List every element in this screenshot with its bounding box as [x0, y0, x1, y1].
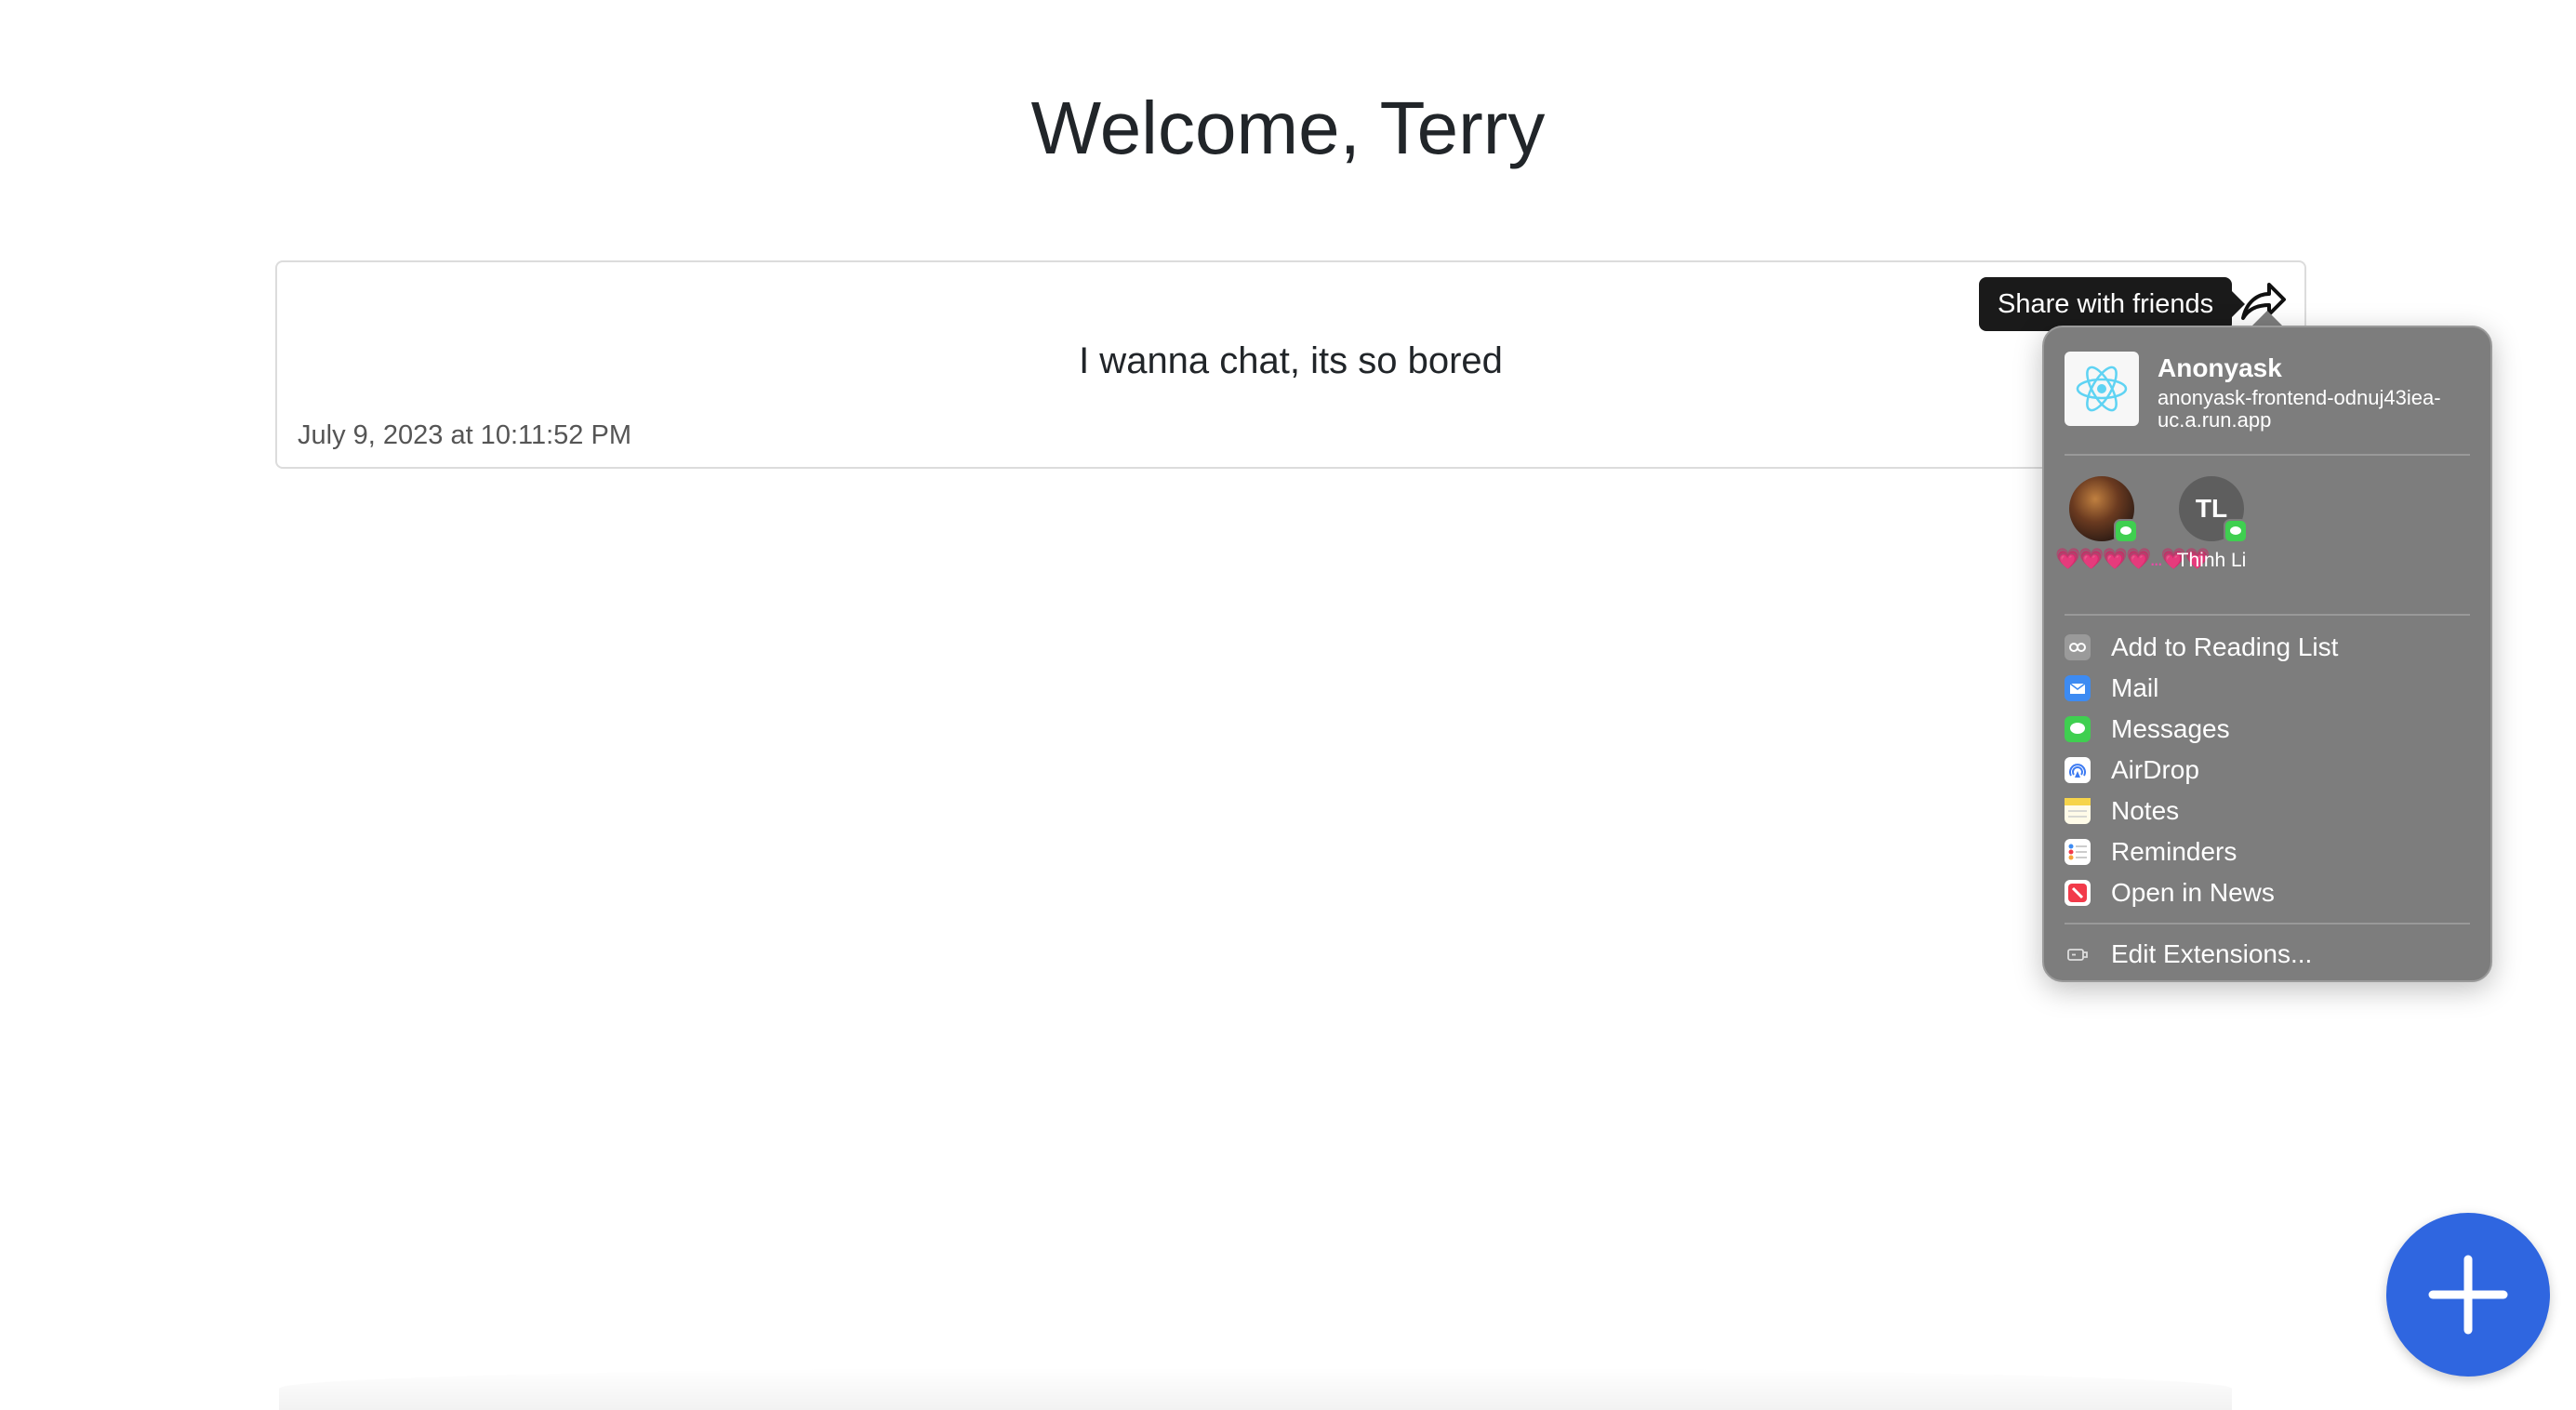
- post-message: I wanna chat, its so bored: [1079, 340, 1503, 381]
- contact-name: 💗💗💗💗...💗💗: [2055, 547, 2211, 570]
- page: Welcome, Terry I wanna chat, its so bore…: [0, 0, 2576, 1410]
- menu-item-label: Add to Reading List: [2111, 632, 2339, 661]
- menu-divider: [2065, 923, 2470, 924]
- contact-item[interactable]: 💗💗💗💗...💗💗: [2055, 476, 2211, 570]
- menu-item-label: Edit Extensions...: [2111, 939, 2313, 968]
- share-tooltip: Share with friends: [1979, 277, 2246, 331]
- share-app-header: Anonyask anonyask-frontend-odnuj43iea-uc…: [2065, 352, 2474, 435]
- avatar: [2069, 476, 2138, 543]
- reminders-icon: [2065, 839, 2091, 865]
- menu-item-edit-extensions[interactable]: Edit Extensions...: [2065, 934, 2474, 975]
- notes-icon: [2065, 798, 2091, 824]
- menu-item-airdrop[interactable]: AirDrop: [2065, 750, 2474, 791]
- news-icon: [2065, 880, 2091, 906]
- post-timestamp: July 9, 2023 at 10:11:52 PM: [298, 420, 631, 450]
- react-logo-icon: [2065, 352, 2139, 426]
- share-app-url: anonyask-frontend-odnuj43iea-uc.a.run.ap…: [2158, 386, 2441, 432]
- mail-icon: [2065, 675, 2091, 701]
- avatar: TL: [2179, 476, 2248, 543]
- menu-divider: [2065, 454, 2470, 456]
- share-app-name: Anonyask: [2158, 353, 2282, 382]
- airdrop-icon: [2065, 757, 2091, 783]
- contact-item[interactable]: TL Thinh Li: [2165, 476, 2258, 573]
- menu-item-label: Reminders: [2111, 837, 2237, 866]
- reading-list-icon: [2065, 634, 2091, 660]
- page-title: Welcome, Terry: [1030, 86, 1546, 169]
- messages-icon: [2065, 716, 2091, 742]
- menu-item-label: Mail: [2111, 673, 2159, 702]
- menu-item-notes[interactable]: Notes: [2065, 791, 2474, 831]
- contact-name: Thinh Li: [2176, 550, 2247, 571]
- menu-item-label: AirDrop: [2111, 755, 2199, 784]
- menu-item-reminders[interactable]: Reminders: [2065, 831, 2474, 872]
- menu-item-label: Open in News: [2111, 878, 2275, 907]
- extensions-icon: [2065, 941, 2091, 967]
- menu-item-open-in-news[interactable]: Open in News: [2065, 872, 2474, 913]
- bottom-scroll-shadow: [279, 1367, 2232, 1410]
- menu-item-label: Notes: [2111, 796, 2180, 825]
- menu-item-add-to-reading-list[interactable]: Add to Reading List: [2065, 627, 2474, 668]
- messages-badge-icon: [2114, 519, 2138, 543]
- menu-divider: [2065, 614, 2470, 616]
- menu-item-mail[interactable]: Mail: [2065, 668, 2474, 709]
- messages-badge-icon: [2224, 519, 2248, 543]
- avatar-initials: TL: [2195, 494, 2228, 523]
- add-post-button[interactable]: [2386, 1213, 2550, 1377]
- menu-item-label: Messages: [2111, 714, 2230, 743]
- menu-item-messages[interactable]: Messages: [2065, 709, 2474, 750]
- share-menu: Anonyask anonyask-frontend-odnuj43iea-uc…: [2042, 326, 2492, 982]
- plus-icon: [2428, 1255, 2508, 1335]
